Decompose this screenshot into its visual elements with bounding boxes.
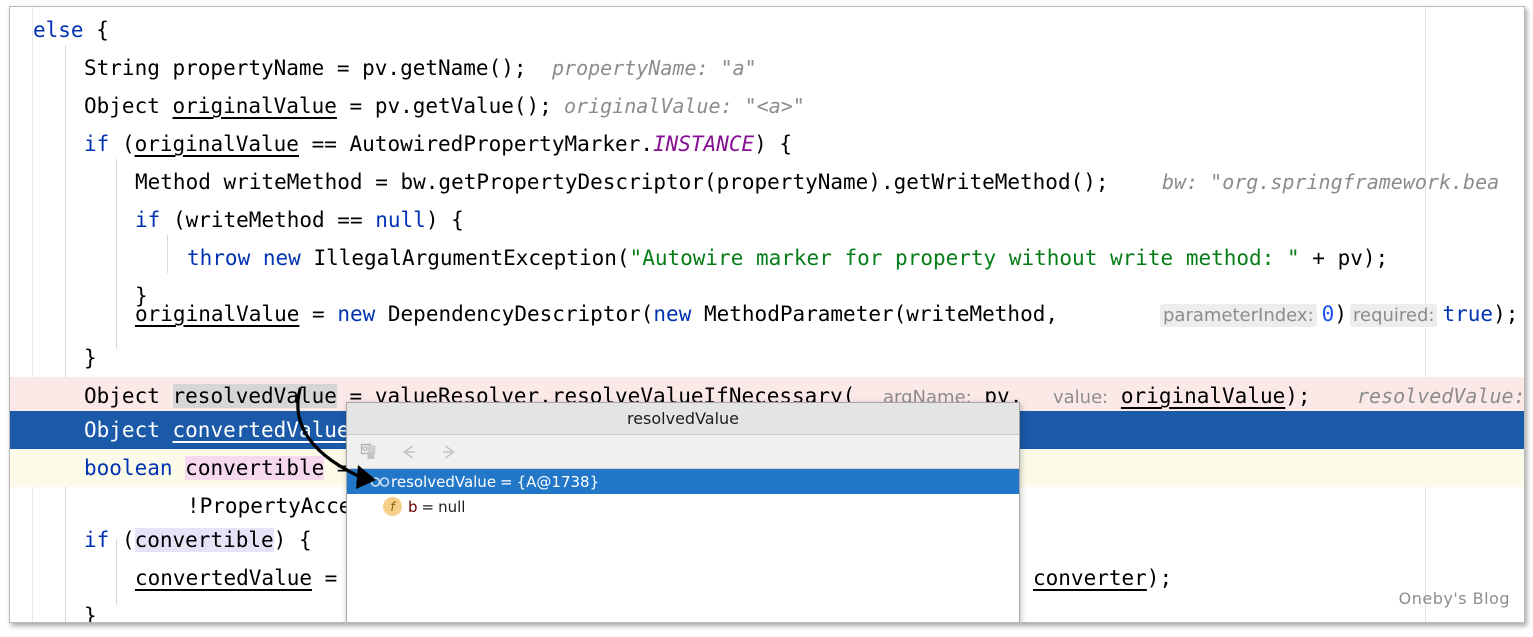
popup-title: resolvedValue xyxy=(347,403,1019,435)
highlight-token-convertible[interactable]: convertible xyxy=(185,456,325,480)
screenshot-root: else { String propertyName = pv.getName(… xyxy=(0,0,1533,637)
tree-node-field[interactable]: f b = null xyxy=(347,494,1019,519)
code-editor[interactable]: else { String propertyName = pv.getName(… xyxy=(9,6,1525,623)
variables-tree[interactable]: resolvedValue = {A@1738} f b = null xyxy=(347,469,1019,519)
required-value: true xyxy=(1442,302,1494,326)
inlay-hint-resolved-value: resolvedValue: xyxy=(1357,384,1525,408)
code-line[interactable]: String propertyName = pv.getName(); prop… xyxy=(10,49,1524,87)
forward-arrow-icon[interactable] xyxy=(436,440,462,464)
watch-glasses-icon xyxy=(369,476,391,488)
copy-value-icon[interactable] xyxy=(356,440,382,464)
back-arrow-icon[interactable] xyxy=(396,440,422,464)
tree-node-name: resolvedValue xyxy=(391,472,497,491)
tree-node-equals: = xyxy=(421,497,435,516)
selected-token-resolved-value[interactable]: resolvedValue xyxy=(172,384,337,408)
code-line[interactable]: if (originalValue == AutowiredPropertyMa… xyxy=(10,125,1524,163)
popup-toolbar[interactable] xyxy=(347,435,1019,469)
inlay-hint-value: value: xyxy=(1053,387,1109,408)
code-line[interactable]: Object originalValue = pv.getValue(); or… xyxy=(10,87,1524,125)
inlay-hint-property-name: propertyName: "a" xyxy=(552,56,757,80)
inlay-hint-parameter-index: parameterIndex: xyxy=(1160,304,1317,327)
tree-node-value: {A@1738} xyxy=(516,472,600,491)
code-line[interactable]: } xyxy=(10,339,1524,377)
tree-node-name: b xyxy=(408,497,418,516)
highlight-token-convertible-usage[interactable]: convertible xyxy=(134,528,274,552)
code-line[interactable]: originalValue = new DependencyDescriptor… xyxy=(10,295,1524,333)
code-line[interactable]: else { xyxy=(10,11,1524,49)
code-line[interactable]: if (writeMethod == null) { xyxy=(10,201,1524,239)
tree-node-equals: = xyxy=(500,472,513,491)
parameter-index-value: 0 xyxy=(1321,302,1335,326)
chevron-down-icon[interactable] xyxy=(353,474,369,490)
tree-node-root[interactable]: resolvedValue = {A@1738} xyxy=(347,469,1019,494)
field-icon: f xyxy=(383,497,402,516)
tree-node-value: null xyxy=(438,497,466,516)
inlay-hint-required: required: xyxy=(1350,304,1438,327)
value-argument: originalValue xyxy=(1120,384,1286,408)
code-line[interactable]: throw new IllegalArgumentException("Auto… xyxy=(10,239,1524,277)
code-line[interactable]: Method writeMethod = bw.getPropertyDescr… xyxy=(10,163,1524,201)
inlay-hint-original-value: originalValue: "<a>" xyxy=(564,94,805,118)
watermark: Oneby's Blog xyxy=(1398,589,1510,608)
inlay-hint-bw: bw: "org.springframework.bea xyxy=(1162,170,1500,194)
debugger-value-popup[interactable]: resolvedValue resolvedValue = {A@1738} f… xyxy=(346,402,1020,622)
